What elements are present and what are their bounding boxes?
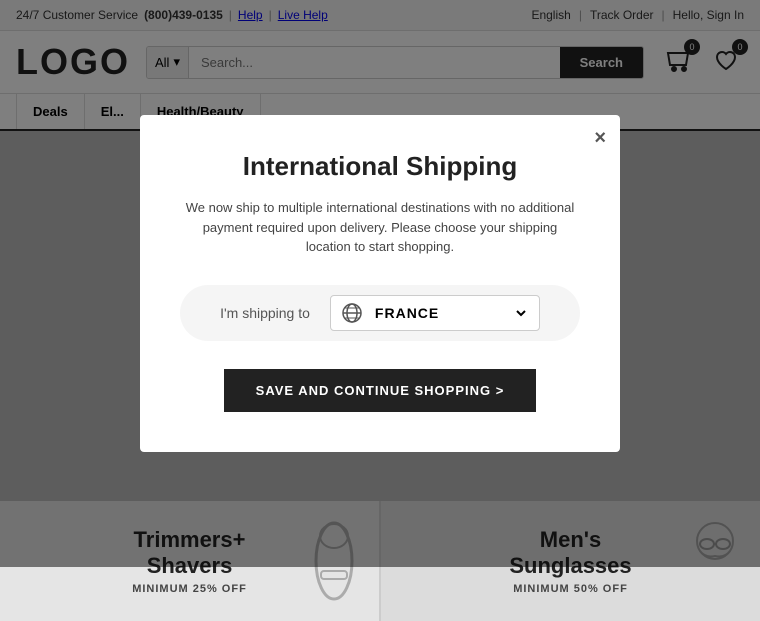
country-select-wrapper: FRANCE GERMANY UNITED KINGDOM CANADA AUS… bbox=[330, 295, 540, 331]
modal-overlay: × International Shipping We now ship to … bbox=[0, 0, 760, 567]
shipping-label: I'm shipping to bbox=[220, 305, 310, 321]
international-shipping-modal: × International Shipping We now ship to … bbox=[140, 115, 620, 452]
modal-title: International Shipping bbox=[180, 151, 580, 182]
promo-right-subtitle: Minimum 50% off bbox=[513, 583, 628, 595]
country-dropdown[interactable]: FRANCE GERMANY UNITED KINGDOM CANADA AUS… bbox=[371, 304, 529, 322]
continue-shopping-button[interactable]: SAVE AND CONTINUE SHOPPING > bbox=[224, 369, 537, 412]
globe-icon bbox=[341, 302, 363, 324]
promo-left-subtitle: MINIMUM 25% OFF bbox=[132, 583, 247, 595]
modal-description: We now ship to multiple international de… bbox=[180, 198, 580, 257]
shipping-row: I'm shipping to FRANCE GERMANY UNITED KI… bbox=[180, 285, 580, 341]
modal-close-button[interactable]: × bbox=[594, 127, 606, 150]
